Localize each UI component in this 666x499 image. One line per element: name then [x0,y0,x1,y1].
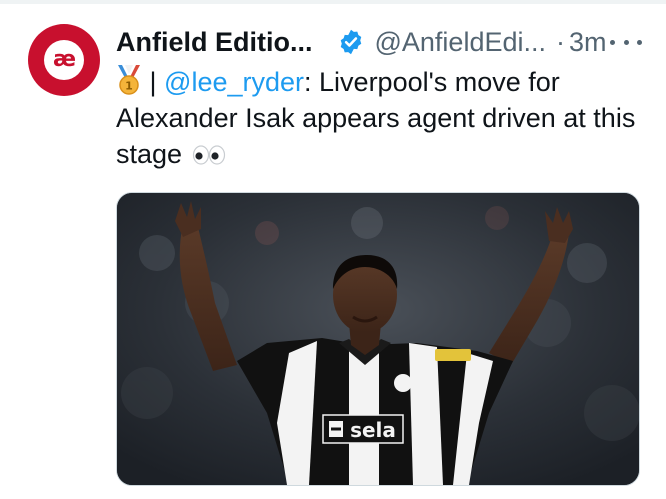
shirt-sponsor-text: sela [350,418,396,442]
tweet-text: 1 | @lee_ryder: Liverpool's move for Ale… [116,64,646,172]
author-display-name[interactable]: Anfield Editio... [116,27,313,58]
player-photo: sela [117,193,639,485]
tweet-separator: | [149,67,157,97]
top-divider [0,0,666,4]
avatar[interactable]: æ [28,24,100,96]
header-separator: · [556,26,565,57]
verified-badge-icon[interactable] [337,28,365,56]
avatar-logo: æ [44,40,84,80]
more-horizontal-icon[interactable] [610,28,642,56]
tweet-timestamp[interactable]: 3m [569,27,607,58]
mention-link[interactable]: @lee_ryder [164,67,304,97]
avatar-logo-text: æ [52,47,76,72]
tweet-media-photo[interactable]: sela [116,192,640,486]
svg-text:1: 1 [125,80,133,93]
tweet-header: Anfield Editio... @AnfieldEdi... · 3m [116,24,642,60]
author-handle[interactable]: @AnfieldEdi... [375,27,547,58]
medal-emoji-icon: 1 [116,65,142,95]
eyes-emoji-icon [192,138,226,165]
